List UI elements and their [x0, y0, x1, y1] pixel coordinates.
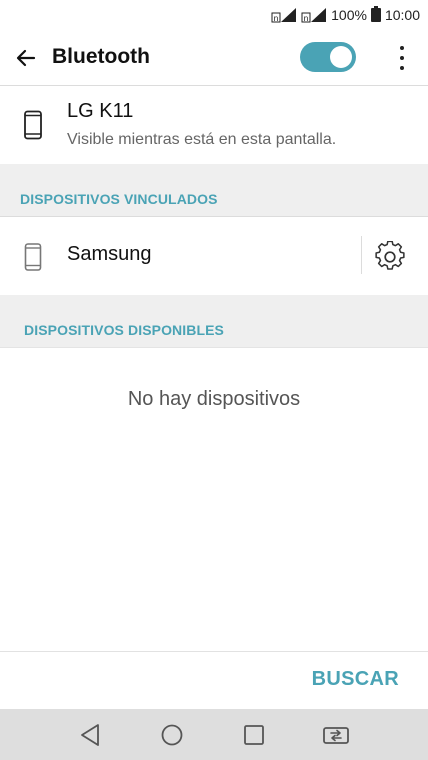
scan-button[interactable]: BUSCAR — [296, 668, 416, 696]
page-title: Bluetooth — [52, 45, 150, 68]
row-divider — [361, 236, 362, 274]
battery-icon — [370, 5, 381, 25]
this-device-name: LG K11 — [67, 100, 134, 122]
sim2-signal-icon: n — [301, 7, 327, 23]
bluetooth-toggle[interactable] — [300, 42, 356, 72]
recents-square-icon[interactable] — [241, 722, 267, 748]
bottom-divider — [0, 651, 428, 652]
phone-icon — [23, 110, 43, 145]
home-circle-icon[interactable] — [159, 722, 185, 748]
overflow-menu-icon[interactable] — [392, 44, 412, 72]
available-devices-header: DISPOSITIVOS DISPONIBLES — [0, 295, 428, 348]
paired-device-name: Samsung — [67, 243, 152, 265]
phone-icon — [24, 243, 42, 276]
visibility-status: Visible mientras está en esta pantalla. — [67, 131, 337, 148]
back-triangle-icon[interactable] — [78, 722, 104, 748]
paired-devices-header: DISPOSITIVOS VINCULADOS — [0, 164, 428, 217]
svg-text:n: n — [304, 14, 309, 23]
sim1-signal-icon: n — [271, 7, 297, 23]
status-bar: n n 100% 10:00 — [0, 0, 428, 30]
dual-window-icon[interactable] — [321, 722, 349, 748]
paired-device-row[interactable]: Samsung — [0, 217, 428, 296]
app-bar: Bluetooth — [0, 30, 428, 86]
back-arrow-icon[interactable] — [14, 46, 38, 70]
navigation-bar — [0, 709, 428, 760]
battery-percent: 100% — [331, 7, 367, 23]
clock: 10:00 — [384, 7, 420, 23]
toggle-knob — [330, 46, 352, 68]
svg-text:n: n — [274, 14, 279, 23]
this-device-row: LG K11 Visible mientras está en esta pan… — [0, 87, 428, 165]
gear-icon[interactable] — [374, 240, 406, 273]
no-devices-message: No hay dispositivos — [127, 388, 301, 410]
